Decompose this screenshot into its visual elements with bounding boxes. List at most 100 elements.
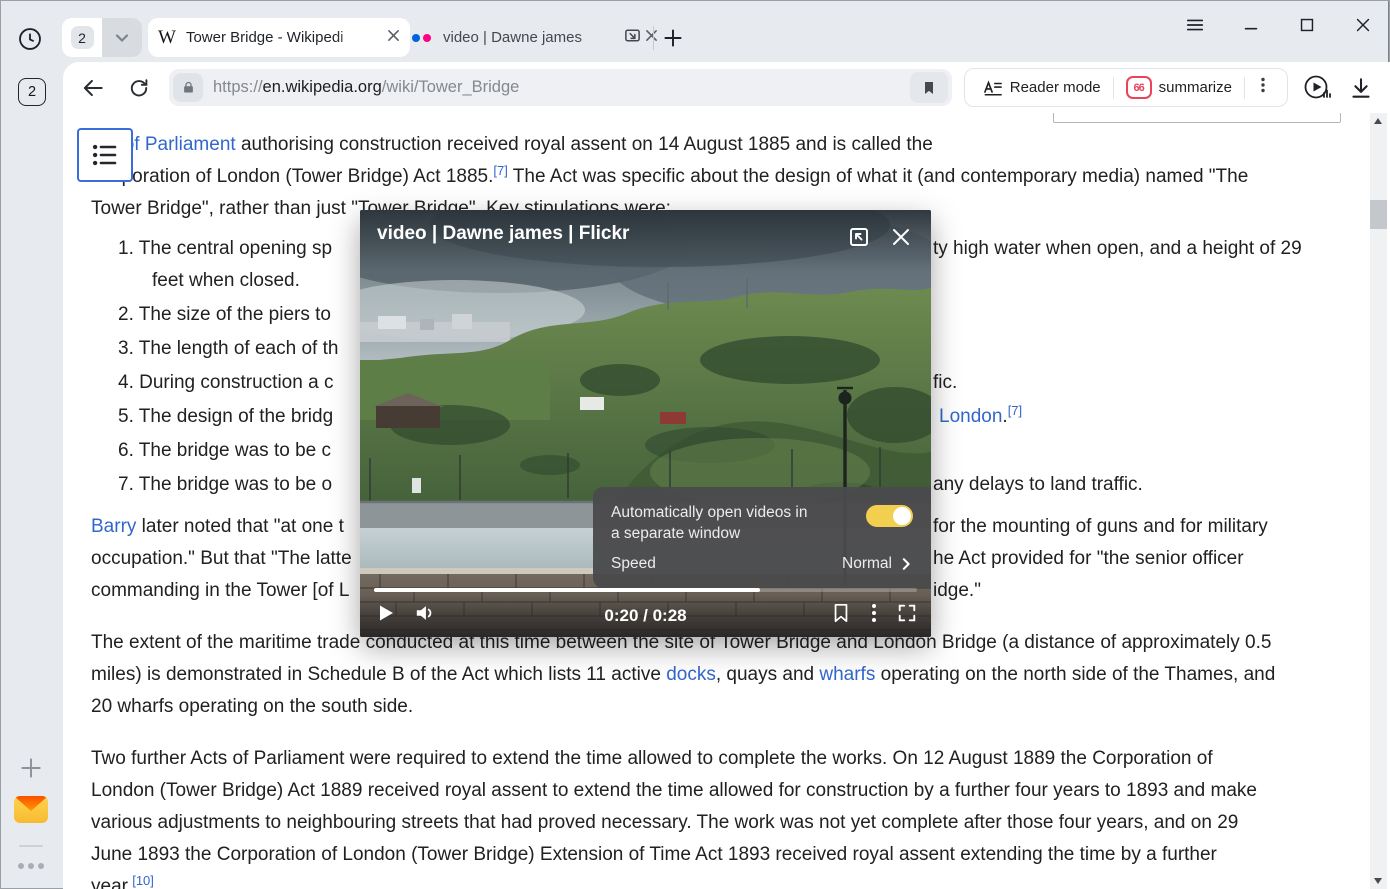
text: idge." <box>933 580 981 601</box>
address-bar[interactable]: https://en.wikipedia.org/wiki/Tower_Brid… <box>169 69 952 106</box>
video-progress-fill <box>374 588 760 592</box>
wiki-link[interactable]: wharfs <box>819 664 875 685</box>
article-text-line: Act of Parliament authorising constructi… <box>91 132 933 158</box>
chevron-right-icon <box>899 557 913 571</box>
restore-to-tab-button[interactable] <box>847 225 871 249</box>
tools-more-button[interactable] <box>1245 76 1281 99</box>
scrollbar-thumb[interactable] <box>1370 200 1387 229</box>
article-text-line: idge." <box>933 578 981 604</box>
video-progress-bar[interactable] <box>374 588 917 592</box>
text: various adjustments to neighbouring stre… <box>91 812 1238 833</box>
wiki-ref-link[interactable]: [7] <box>493 163 507 178</box>
video-title: video | Dawne james | Flickr <box>377 223 629 245</box>
article-text-line: year.[10] <box>91 874 154 889</box>
video-bookmark-button[interactable] <box>831 603 851 628</box>
video-menu-button[interactable] <box>871 603 877 628</box>
wiki-link[interactable]: docks <box>666 664 716 685</box>
article-text-line: commanding in the Tower [of L <box>91 578 349 604</box>
video-controls: 0:20 / 0:28 <box>360 595 931 637</box>
wikipedia-favicon: W <box>158 27 176 49</box>
wiki-ref-link[interactable]: [7] <box>1008 403 1022 418</box>
bookmark-icon <box>831 603 851 623</box>
auto-open-toggle[interactable] <box>866 505 913 527</box>
wiki-link[interactable]: Barry <box>91 516 136 537</box>
tab-list-dropdown[interactable] <box>102 18 142 57</box>
sidebar-tab-counter[interactable]: 2 <box>18 78 46 106</box>
downloads-button[interactable] <box>1348 75 1374 101</box>
close-window-button[interactable] <box>1352 14 1374 36</box>
site-security-button[interactable] <box>173 73 203 102</box>
mail-icon[interactable] <box>14 796 48 823</box>
hamburger-menu-icon <box>1185 15 1205 35</box>
maximize-button[interactable] <box>1296 14 1318 36</box>
article-text-line: fic. <box>933 370 957 396</box>
history-clock-icon[interactable] <box>17 26 43 52</box>
volume-icon <box>415 603 435 623</box>
url-host: en.wikipedia.org <box>263 78 382 96</box>
url-text[interactable]: https://en.wikipedia.org/wiki/Tower_Brid… <box>213 78 910 97</box>
close-icon <box>889 225 913 249</box>
tab-count-widget[interactable]: 2 <box>62 18 142 57</box>
close-tab-icon[interactable] <box>387 29 400 47</box>
tab-count-button[interactable]: 2 <box>62 18 102 57</box>
tab-title: Tower Bridge - Wikipedi <box>186 29 377 46</box>
text: Two further Acts of Parliament were requ… <box>91 748 1213 769</box>
fullscreen-button[interactable] <box>897 603 917 628</box>
text: London (Tower Bridge) Act 1889 received … <box>91 780 1257 801</box>
reader-mode-button[interactable]: Reader mode <box>971 79 1113 97</box>
text: any delays to land traffic. <box>933 474 1143 495</box>
text: for the mounting of guns and for militar… <box>933 516 1268 537</box>
sidebar-add-button[interactable] <box>18 755 44 781</box>
tab-title: video | Dawne james <box>443 29 616 46</box>
summarize-button[interactable]: 66 summarize <box>1114 76 1244 99</box>
browser-menu-button[interactable] <box>1184 14 1206 36</box>
video-time: 0:20 / 0:28 <box>604 606 686 626</box>
text: . <box>1002 406 1007 427</box>
page-scrollbar[interactable] <box>1370 113 1387 889</box>
text: ty high water when open, and a height of… <box>933 238 1302 259</box>
article-text-line: 1. The central opening sp <box>118 236 332 262</box>
video-pip-overlay[interactable]: video | Dawne james | Flickr Automatical… <box>360 210 931 637</box>
tab-flickr-video[interactable]: video | Dawne james <box>402 18 668 57</box>
scroll-down-arrow[interactable] <box>1374 878 1382 884</box>
bookmark-button[interactable] <box>910 72 948 103</box>
wiki-ref-link[interactable]: [10] <box>132 873 154 888</box>
article-text-line: for the mounting of guns and for militar… <box>933 514 1268 540</box>
text: 4. During construction a c <box>118 372 333 393</box>
article-text-line: occupation." But that "The latte <box>91 546 352 572</box>
back-button[interactable] <box>79 74 107 102</box>
minimize-button[interactable] <box>1240 14 1262 36</box>
reload-button[interactable] <box>125 74 153 102</box>
popout-video-icon[interactable] <box>624 27 641 49</box>
text: 7. The bridge was to be o <box>118 474 332 495</box>
text: occupation." But that "The latte <box>91 548 352 569</box>
search-box-remnant[interactable] <box>1053 113 1341 123</box>
tab-tower-bridge[interactable]: W Tower Bridge - Wikipedi <box>148 18 410 57</box>
window-close-icon <box>1353 15 1373 35</box>
toc-button[interactable] <box>77 128 133 182</box>
reader-mode-icon <box>983 79 1003 97</box>
wiki-link[interactable]: London <box>939 406 1002 427</box>
text: authorising construction received royal … <box>236 134 933 155</box>
article-text-line: Two further Acts of Parliament were requ… <box>91 746 1213 772</box>
text: 6. The bridge was to be c <box>118 440 331 461</box>
volume-button[interactable] <box>415 603 435 628</box>
article-text-line: miles) is demonstrated in Schedule B of … <box>91 662 1275 688</box>
article-text-line: London.[7] <box>939 404 1022 431</box>
fullscreen-icon <box>897 603 917 623</box>
text: 20 wharfs operating on the south side. <box>91 696 413 717</box>
restore-tab-icon <box>847 225 871 249</box>
download-icon <box>1348 75 1374 101</box>
close-video-button[interactable] <box>889 225 913 249</box>
article-text-line: Barry later noted that "at one t <box>91 514 344 540</box>
speed-selector[interactable]: Normal <box>842 555 913 573</box>
new-tab-button[interactable] <box>660 25 686 51</box>
scroll-up-arrow[interactable] <box>1374 118 1382 124</box>
close-tab-icon[interactable] <box>645 29 658 47</box>
text: 1. The central opening sp <box>118 238 332 259</box>
url-path: /wiki/Tower_Bridge <box>382 78 520 96</box>
play-button[interactable] <box>376 603 396 628</box>
listen-to-page-button[interactable] <box>1302 73 1332 103</box>
article-text-line: June 1893 the Corporation of London (Tow… <box>91 842 1217 868</box>
sidebar-more-icon[interactable] <box>18 863 44 869</box>
